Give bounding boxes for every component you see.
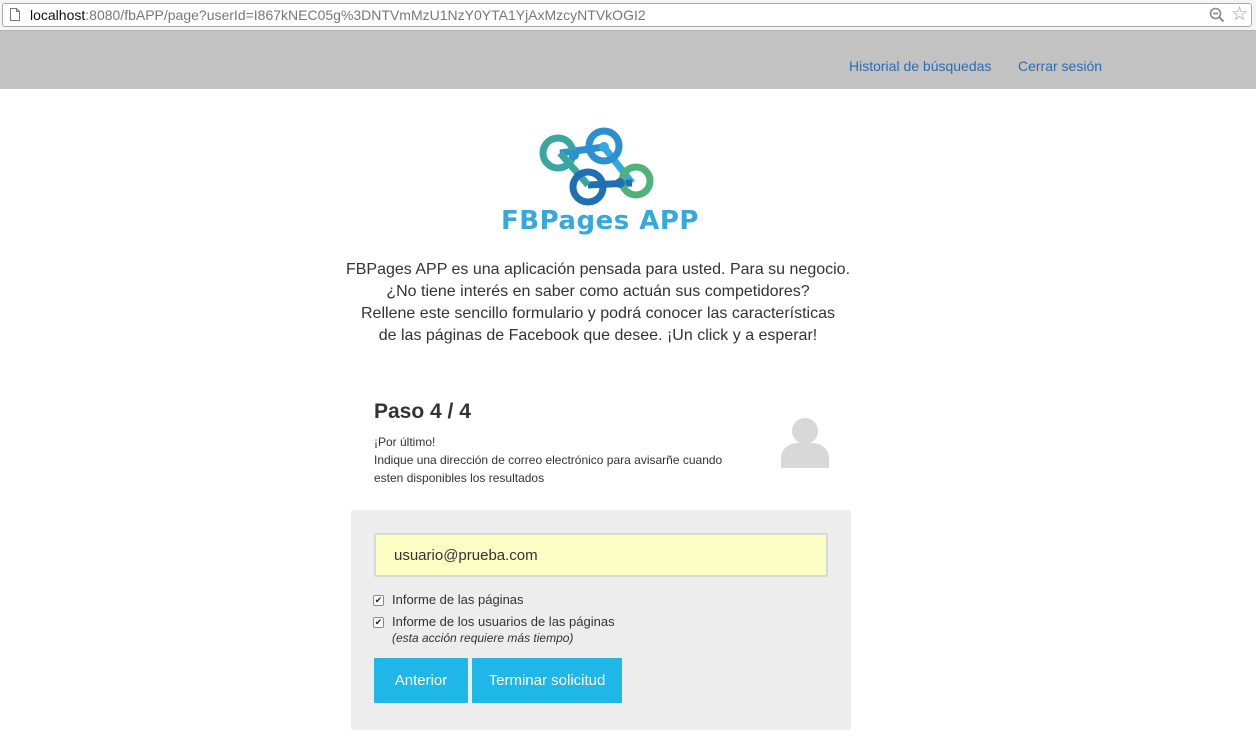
page-icon bbox=[10, 8, 20, 21]
checkbox-pages-report[interactable]: ✔ bbox=[373, 595, 384, 606]
nav-link-logout[interactable]: Cerrar sesión bbox=[1018, 58, 1102, 74]
intro-line: ¿No tiene interés en saber como actuán s… bbox=[386, 283, 810, 300]
user-icon bbox=[781, 418, 829, 468]
top-navbar: Historial de búsquedas Cerrar sesión bbox=[0, 31, 1256, 89]
finish-request-button[interactable]: Terminar solicitud bbox=[472, 658, 622, 703]
step-desc-line: ¡Por último! bbox=[374, 435, 436, 449]
step-desc-line: esten disponibles los resultados bbox=[374, 471, 545, 485]
intro-line: Rellene este sencillo formulario y podrá… bbox=[361, 305, 835, 322]
step-description: ¡Por último! Indique una dirección de co… bbox=[374, 433, 764, 487]
app-logo-text: FBPages APP bbox=[501, 206, 699, 236]
url-path: :8080/fbAPP/page?userId=I867kNEC05g%3DNT… bbox=[85, 7, 646, 23]
app-logo-icon bbox=[539, 127, 654, 206]
time-note: (esta acción requiere más tiempo) bbox=[392, 631, 574, 645]
form-panel: ✔ Informe de las páginas ✔ Informe de lo… bbox=[351, 510, 851, 730]
previous-button[interactable]: Anterior bbox=[374, 658, 468, 703]
checkbox-pages-report-label: Informe de las páginas bbox=[392, 592, 524, 607]
email-field[interactable] bbox=[374, 533, 828, 577]
nav-link-search-history[interactable]: Historial de búsquedas bbox=[849, 58, 991, 74]
url-host: localhost bbox=[30, 7, 86, 23]
url-field[interactable]: localhost:8080/fbAPP/page?userId=I867kNE… bbox=[2, 3, 1252, 27]
intro-line: FBPages APP es una aplicación pensada pa… bbox=[345, 261, 851, 278]
intro-line: de las páginas de Facebook que desee. ¡U… bbox=[378, 327, 818, 344]
url-text: localhost:8080/fbAPP/page?userId=I867kNE… bbox=[30, 7, 646, 23]
browser-address-bar: localhost:8080/fbAPP/page?userId=I867kNE… bbox=[0, 0, 1256, 31]
checkbox-users-report[interactable]: ✔ bbox=[373, 617, 384, 628]
zoom-icon[interactable] bbox=[1209, 7, 1225, 23]
star-icon[interactable]: ☆ bbox=[1231, 5, 1248, 24]
intro-text: FBPages APP es una aplicación pensada pa… bbox=[300, 259, 896, 347]
step-title: Paso 4 / 4 bbox=[374, 400, 471, 423]
checkbox-users-report-label: Informe de los usuarios de las páginas bbox=[392, 614, 615, 629]
step-desc-line: Indique una dirección de correo electrón… bbox=[374, 453, 723, 467]
